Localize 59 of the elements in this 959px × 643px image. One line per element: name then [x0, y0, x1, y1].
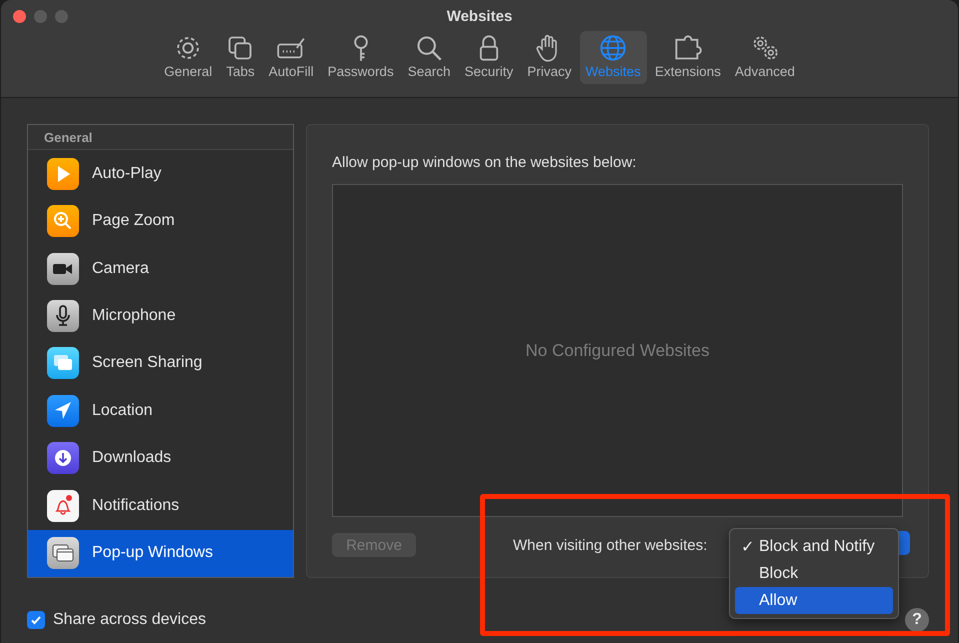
sidebar-item[interactable]: Camera	[28, 244, 293, 292]
play-icon	[47, 158, 79, 190]
sidebar-item[interactable]: Notifications	[28, 482, 293, 530]
checkmark-icon	[30, 614, 42, 626]
checkbox[interactable]	[27, 610, 45, 628]
sidebar-item[interactable]: Downloads	[28, 434, 293, 482]
section-header: General	[28, 125, 293, 150]
zoom-button[interactable]	[55, 10, 68, 23]
window-title: Websites	[446, 8, 512, 25]
zoom-icon	[47, 205, 79, 238]
minimize-button[interactable]	[34, 10, 47, 23]
gears-icon	[750, 34, 779, 62]
sidebar-item[interactable]: Screen Sharing	[28, 340, 293, 388]
item-label: Pop-up Windows	[92, 544, 213, 562]
puzzle-icon	[674, 34, 702, 62]
item-label: Auto-Play	[92, 164, 162, 183]
close-button[interactable]	[13, 10, 26, 23]
toolbar-tab[interactable]: Extensions	[648, 31, 727, 84]
sidebar-item[interactable]: Page Zoom	[28, 197, 293, 245]
download-icon	[47, 442, 79, 474]
item-label: Downloads	[92, 449, 172, 468]
checkbox-label[interactable]: Share across devices	[53, 610, 206, 628]
item-label: Page Zoom	[92, 212, 175, 230]
menu-item-label: Allow	[759, 592, 798, 610]
sidebar-item[interactable]: Auto-Play	[28, 150, 293, 198]
check-mark: ✓	[741, 538, 754, 556]
toolbar-tab[interactable]: Passwords	[322, 31, 400, 84]
bell-icon	[47, 490, 79, 522]
toolbar-tab[interactable]: Search	[402, 31, 456, 84]
popup-windows-icon	[47, 537, 79, 570]
menu-item[interactable]: ✓ Block and Notify	[735, 533, 893, 560]
windows-icon	[47, 347, 79, 380]
menu-item-label: Block	[759, 564, 798, 582]
toolbar-tab[interactable]: Advanced	[728, 31, 801, 84]
toolbar-tab[interactable]: AutoFill	[262, 31, 320, 84]
empty-message: No Configured Websites	[526, 340, 710, 360]
sidebar-item[interactable]: Location	[28, 387, 293, 435]
toolbar-tab[interactable]: Security	[458, 31, 520, 84]
panel-heading: Allow pop-up windows on the websites below:	[332, 154, 638, 171]
item-label: Notifications	[92, 496, 180, 515]
menu-item[interactable]: Block	[735, 560, 893, 587]
toolbar-tab[interactable]: General	[158, 31, 218, 84]
globe-icon	[599, 34, 628, 62]
search-icon	[415, 34, 444, 62]
option-label: When visiting other websites:	[513, 536, 708, 554]
item-label: Microphone	[92, 307, 176, 326]
item-label: Screen Sharing	[92, 354, 202, 372]
video-camera-icon	[47, 252, 79, 285]
menu-item-label: Block and Notify	[759, 538, 875, 556]
help-button[interactable]: ?	[905, 608, 929, 632]
item-label: Camera	[92, 260, 149, 278]
toolbar-tab[interactable]: Privacy	[521, 31, 578, 84]
sidebar-item[interactable]: Pop-up Windows	[28, 530, 293, 577]
microphone-icon	[47, 300, 79, 332]
tabs-icon	[226, 34, 254, 62]
sidebar-item[interactable]: Microphone	[28, 292, 293, 340]
menu-item[interactable]: Allow	[735, 587, 893, 614]
toolbar-tab[interactable]: Tabs	[220, 31, 261, 84]
item-label: Location	[92, 402, 152, 420]
